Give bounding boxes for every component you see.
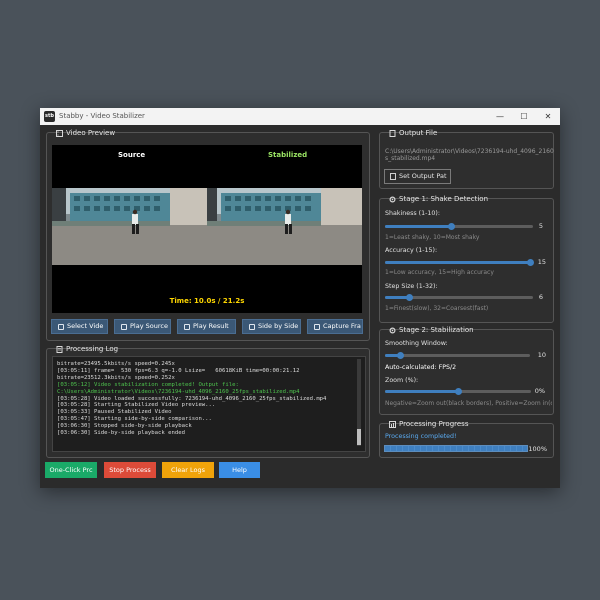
compare-icon (249, 323, 255, 330)
smoothing-value: 10 (537, 351, 546, 359)
log-line: [03:05:28] Starting Stabilized Video pre… (57, 402, 216, 409)
log-line: [03:06:30] Stopped side-by-side playback (57, 423, 192, 430)
log-scrollbar[interactable] (357, 359, 361, 446)
step-size-label: Step Size (1-32): (385, 283, 438, 290)
shakiness-label: Shakiness (1-10): (385, 210, 440, 217)
select-video-button[interactable]: Select Vide (51, 319, 108, 334)
stage2-title: Stage 2: Stabilization (399, 326, 474, 334)
shakiness-slider-handle[interactable] (447, 223, 455, 230)
play-icon (121, 323, 127, 330)
accuracy-label: Accuracy (1-15): (385, 247, 438, 254)
playback-time: Time: 10.0s / 21.2s (169, 297, 245, 305)
app-window: stb Stabby - Video Stabilizer — ☐ ✕ Vide… (40, 108, 560, 488)
smoothing-label: Smoothing Window: (385, 340, 448, 347)
zoom-slider-handle[interactable] (455, 388, 462, 395)
progress-percent: 100% (528, 445, 547, 453)
camera-icon (314, 323, 320, 330)
stabilized-label: Stabilized (268, 151, 308, 159)
processing-log-title: Processing Log (66, 345, 119, 353)
source-frame (52, 188, 207, 265)
document-icon (390, 173, 396, 180)
accuracy-slider[interactable] (385, 259, 534, 266)
log-line: bitrate=23512.3kbits/s speed=0.252x (57, 374, 175, 381)
folder-icon (58, 323, 64, 330)
log-line: C:\Users\Administrator\Videos\7236194-uh… (57, 388, 300, 395)
shakiness-slider[interactable] (385, 223, 533, 230)
play-icon (184, 323, 190, 330)
log-line: [03:05:11] frame= 530 fps=6.3 q=-1.0 Lsi… (57, 367, 300, 374)
side-by-side-button[interactable]: Side by Side (242, 319, 301, 334)
log-line: [03:06:30] Side-by-side playback ended (57, 430, 185, 437)
gear-icon (389, 326, 396, 334)
play-source-button[interactable]: Play Source (114, 319, 171, 334)
smoothing-slider[interactable] (385, 352, 530, 359)
video-preview-title: Video Preview (66, 129, 116, 137)
clear-logs-button[interactable]: Clear Logs (162, 462, 214, 478)
document-icon (389, 129, 396, 137)
maximize-button[interactable]: ☐ (512, 108, 536, 125)
progress-bar (384, 445, 528, 452)
gear-icon (389, 195, 396, 203)
progress-status: Processing completed! (385, 433, 457, 440)
zoom-hint: Negative=Zoom out(black borders), Positi… (385, 400, 552, 407)
log-scrollbar-thumb[interactable] (357, 429, 361, 445)
output-path-line1: C:\Users\Administrator\Videos\7236194-uh… (385, 148, 554, 155)
zoom-label: Zoom (%): (385, 377, 419, 384)
title-bar: stb Stabby - Video Stabilizer — ☐ ✕ (40, 108, 560, 125)
smoothing-slider-handle[interactable] (396, 352, 404, 359)
stage1-title: Stage 1: Shake Detection (399, 195, 489, 203)
window-title: Stabby - Video Stabilizer (59, 112, 145, 120)
accuracy-value: 15 (537, 258, 546, 266)
log-line: [03:05:28] Video loaded successfully: 72… (57, 395, 327, 402)
auto-calculated-text: Auto-calculated: FPS/2 (385, 364, 457, 371)
zoom-slider[interactable] (385, 388, 531, 395)
shakiness-value: 5 (538, 222, 543, 230)
help-button[interactable]: Help (219, 462, 260, 478)
progress-bar-fill (385, 446, 527, 451)
source-label: Source (118, 151, 146, 159)
shakiness-hint: 1=Least shaky, 10=Most shaky (385, 234, 480, 241)
output-file-title: Output File (399, 129, 438, 137)
play-result-button[interactable]: Play Result (177, 319, 236, 334)
set-output-path-button[interactable]: Set Output Pat (384, 169, 451, 184)
log-line: bitrate=23495.5kbits/s speed=0.245x (57, 361, 175, 367)
document-icon (56, 345, 63, 353)
app-icon: stb (44, 111, 55, 122)
step-size-value: 6 (538, 293, 543, 301)
stabilized-frame (207, 188, 362, 265)
log-output[interactable]: bitrate=23495.5kbits/s speed=0.245x [03:0… (52, 356, 366, 452)
capture-frame-button[interactable]: Capture Fra (307, 319, 363, 334)
gauge-icon (389, 420, 396, 428)
video-preview-canvas: Source Stabilized Time: 10.0s / 21.2s (52, 145, 362, 313)
step-size-slider[interactable] (385, 294, 533, 301)
close-button[interactable]: ✕ (536, 108, 560, 125)
log-line: [03:05:33] Paused Stabilized Video (57, 409, 172, 416)
step-size-hint: 1=Finest(slow), 32=Coarsest(fast) (385, 305, 489, 312)
log-line: [03:05:47] Starting side-by-side compari… (57, 416, 212, 423)
accuracy-hint: 1=Low accuracy, 15=High accuracy (385, 269, 494, 276)
stop-process-button[interactable]: Stop Process (104, 462, 156, 478)
step-size-slider-handle[interactable] (405, 294, 413, 301)
film-icon (56, 129, 63, 137)
minimize-button[interactable]: — (488, 108, 512, 125)
progress-title: Processing Progress (399, 420, 469, 428)
log-line: [03:05:12] Video stabilization completed… (57, 381, 239, 388)
one-click-process-button[interactable]: One-Click Prc (45, 462, 97, 478)
zoom-value: 0% (534, 387, 545, 395)
output-path-line2: s_stabilized.mp4 (385, 155, 436, 162)
